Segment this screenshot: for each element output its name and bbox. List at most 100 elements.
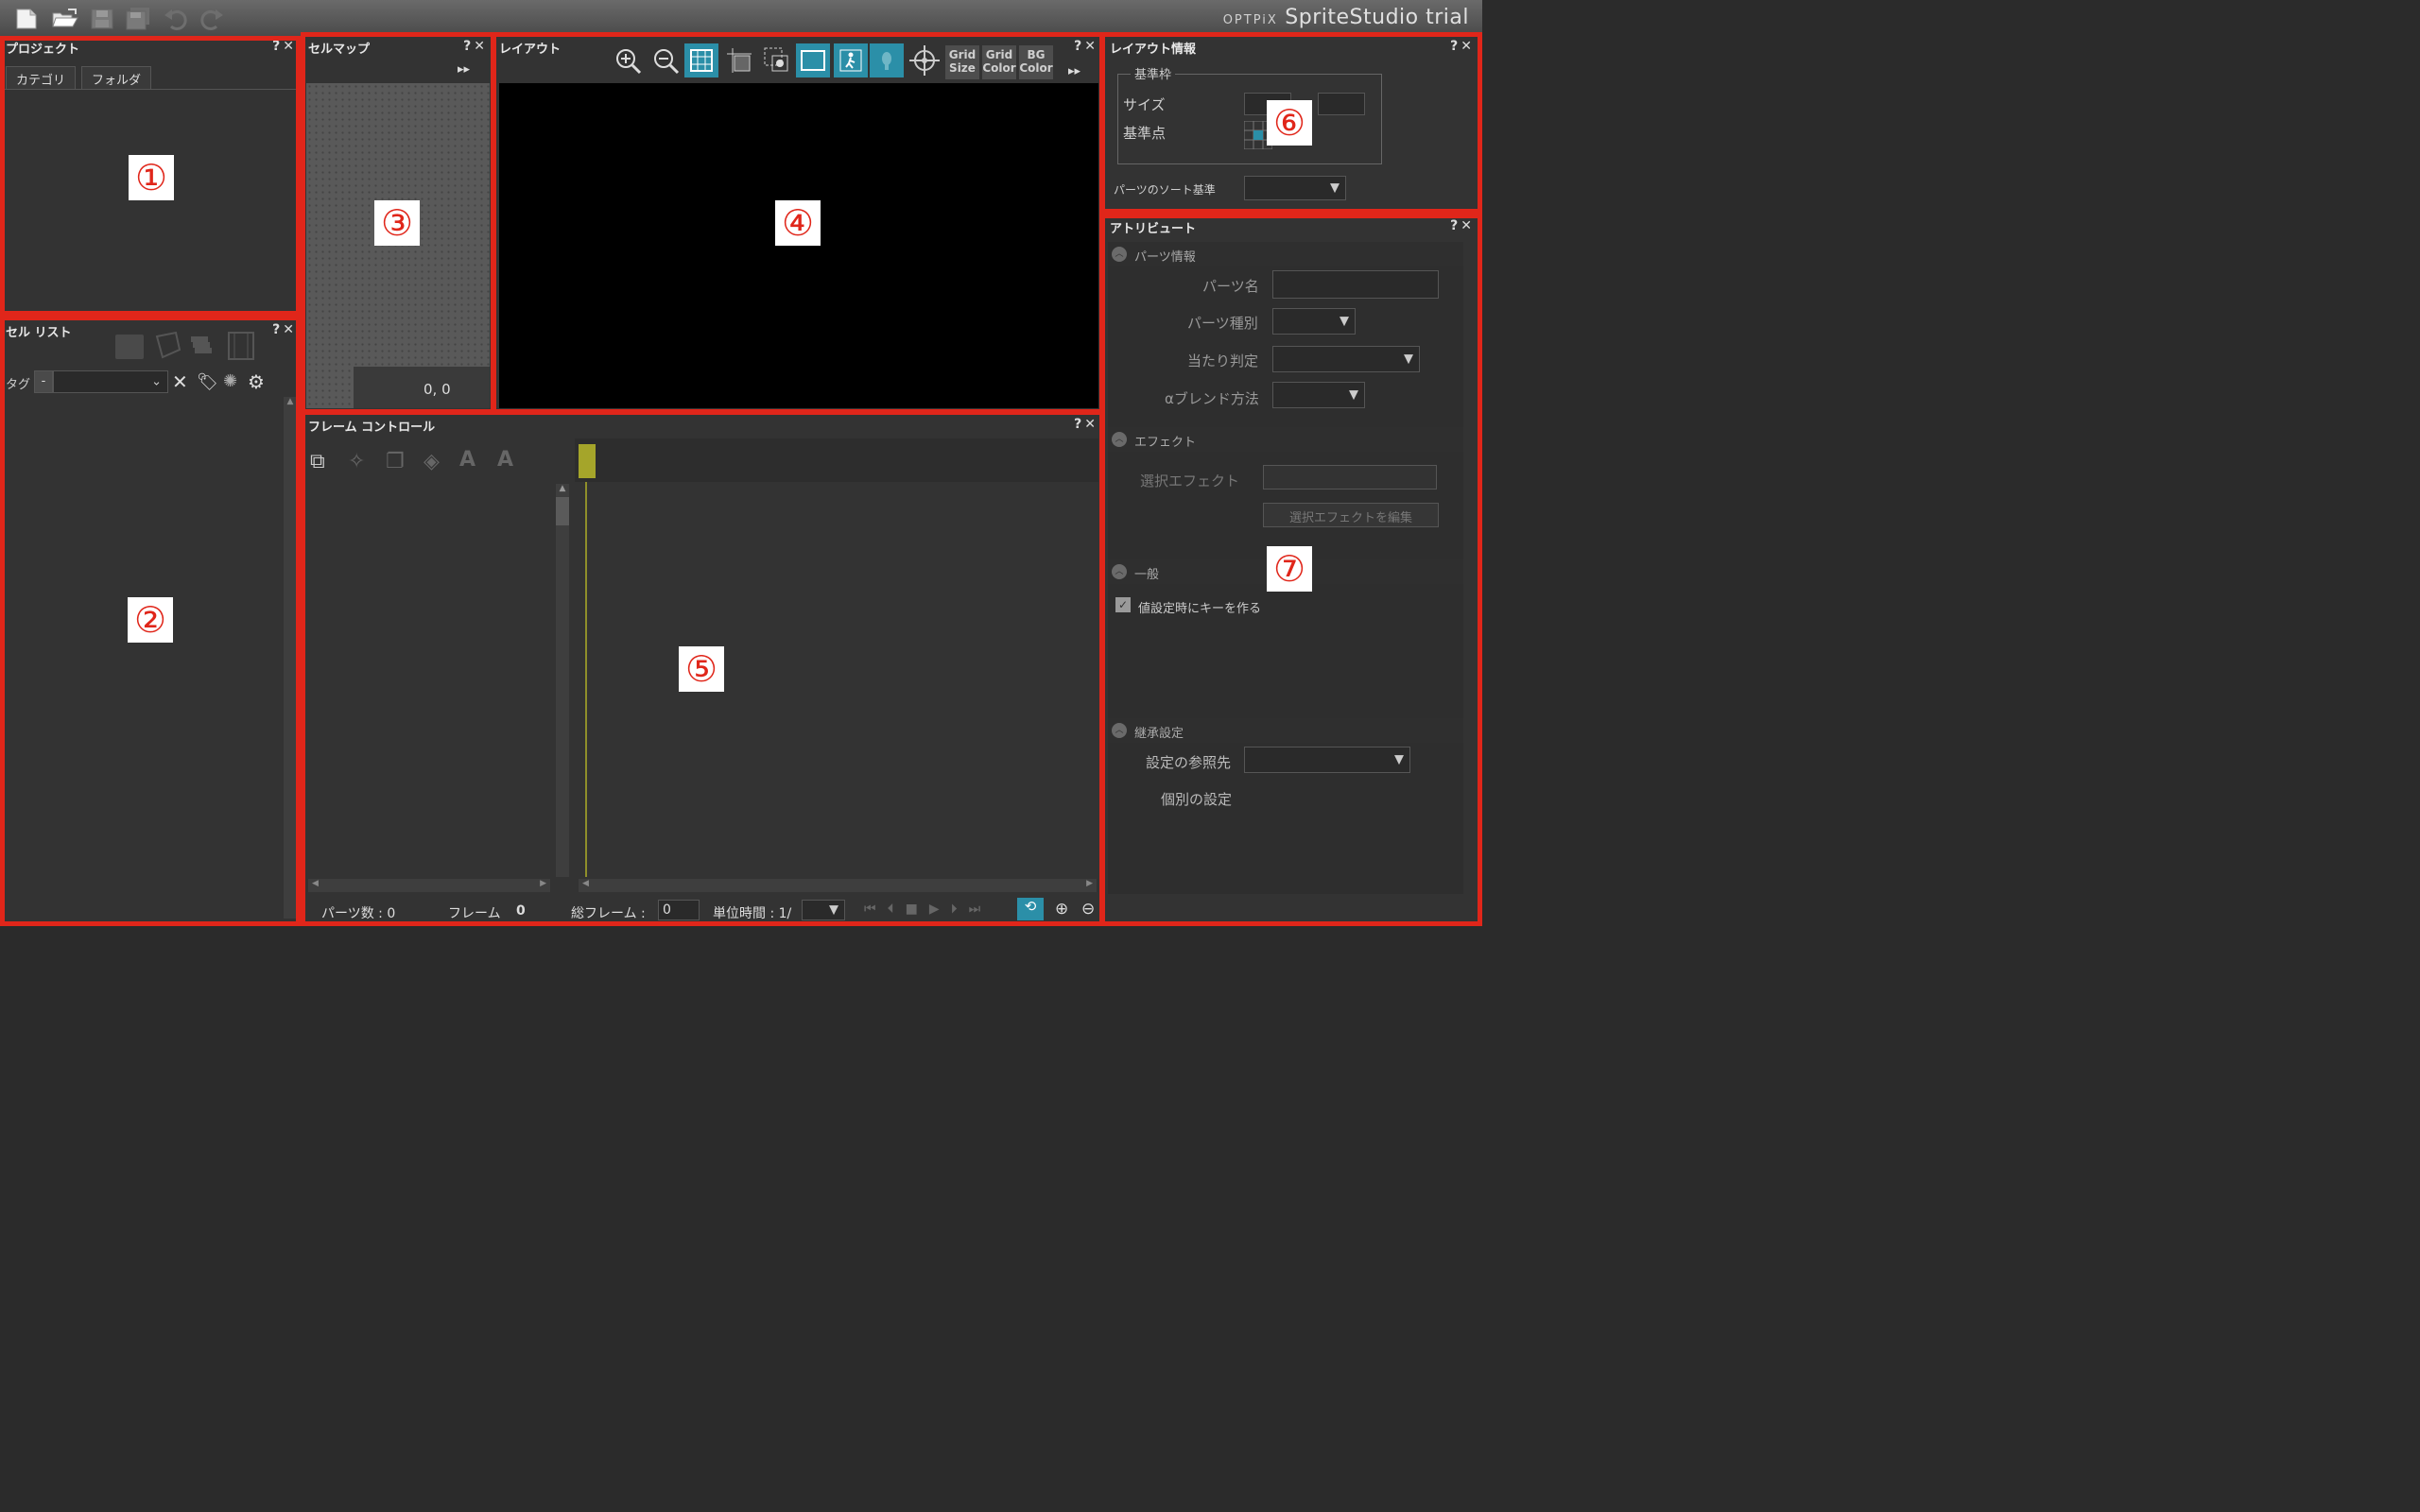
timeline-area[interactable] [575,482,1098,879]
loop-icon[interactable]: ⟲ [1017,898,1044,920]
edit-effect-button[interactable]: 選択エフェクトを編集 [1263,503,1439,527]
expand-arrows-icon[interactable]: ▸▸ [1068,64,1080,78]
parts-tree[interactable] [308,484,552,879]
copy-part-icon[interactable]: ❐ [386,450,405,473]
zoom-in-icon[interactable] [611,43,645,77]
sort-select[interactable]: ▼ [1244,176,1346,200]
bg-color-button[interactable]: BG Color [1019,45,1053,79]
section-parts-info[interactable]: ︿ パーツ情報 [1108,242,1463,266]
grid-toggle-icon[interactable] [684,43,718,77]
save-icon[interactable] [89,8,115,30]
tag-select[interactable]: ⌄ [53,370,168,393]
app-title-suffix: trial [1426,6,1469,29]
clear-tag-icon[interactable]: ✕ [172,370,188,393]
origin-label: 基準点 [1123,125,1167,142]
frame-control-title: フレーム コントロール [308,421,436,435]
collapse-icon: ︿ [1112,247,1127,262]
triangle-down-icon: ▼ [1330,180,1340,196]
crosshair-icon[interactable] [908,43,942,77]
cell-map-canvas[interactable] [306,83,490,408]
part-3d-icon[interactable]: ◈ [424,450,440,473]
cell-list-scrollbar[interactable]: ▲ [284,397,297,919]
prev-frame-icon[interactable]: ⏴ [888,902,906,917]
grid-color-button[interactable]: Grid Color [982,45,1016,79]
project-panel-header: プロジェクト ?✕ [0,36,301,59]
text-rotate-alt-icon[interactable]: A [497,448,513,472]
panel-help-close-buttons[interactable]: ?✕ [463,39,488,54]
parts-type-select[interactable]: ▼ [1272,308,1356,335]
add-cell-icon[interactable] [115,335,144,359]
tab-folder[interactable]: フォルダ [81,66,152,89]
text-rotate-icon[interactable]: A [459,448,475,472]
section-effect[interactable]: ︿ エフェクト [1108,427,1463,452]
person-icon[interactable] [834,43,868,77]
cell-list-area[interactable] [4,397,282,922]
timeline-zoom-out-icon[interactable]: ⊖ [1081,900,1095,919]
bg-color-line2: Color [1019,61,1053,75]
panel-help-close-buttons[interactable]: ?✕ [1074,417,1098,432]
timeline-hscroll[interactable]: ◀ ▶ [579,879,1097,892]
parts-tree-scrollbar[interactable]: ▲ [556,484,569,877]
expand-arrows-icon[interactable]: ▸▸ [458,62,470,77]
panel-help-close-buttons[interactable]: ?✕ [1074,39,1098,54]
panel-help-close-buttons[interactable]: ?✕ [272,39,297,54]
panel-help-close-buttons[interactable]: ?✕ [1450,218,1475,233]
hit-test-select[interactable]: ▼ [1272,346,1420,372]
cell-stack-icon[interactable] [189,333,219,359]
zoom-out-icon[interactable] [648,43,683,77]
first-frame-icon[interactable]: ⏮ [864,902,888,917]
attribute-title: アトリビュート [1110,222,1197,236]
frame-cursor[interactable] [579,444,596,478]
bounds-icon[interactable] [760,43,794,77]
redo-icon[interactable] [199,8,225,30]
tag-icon[interactable]: 🏷 [197,372,218,392]
add-part-star-icon[interactable]: ✧ [348,450,365,473]
grid-size-line2: Size [949,61,976,75]
marker-7: ⑦ [1267,546,1312,592]
tag-minus-button[interactable]: - [34,370,53,393]
frame-view-icon[interactable] [796,43,830,77]
section-inherit[interactable]: ︿ 継承設定 [1108,718,1463,743]
triangle-down-icon: ▼ [1404,352,1413,367]
parts-count: パーツ数 : 0 [321,906,396,921]
grid-size-button[interactable]: Grid Size [945,45,979,79]
timeline-ruler[interactable] [575,438,1098,482]
unit-time-select[interactable]: ▼ [802,900,845,920]
open-folder-icon[interactable] [51,8,78,30]
alpha-blend-select[interactable]: ▼ [1272,382,1365,408]
panel-help-close-buttons[interactable]: ?✕ [1450,39,1475,54]
total-frames-input[interactable]: 0 [658,900,700,920]
lock-icon[interactable] [870,43,904,77]
film-icon[interactable] [227,331,255,361]
hit-test-label: 当たり判定 [1187,352,1259,369]
next-frame-icon[interactable]: ⏵ [951,902,969,917]
selected-effect-input[interactable] [1263,465,1437,490]
attribute-scrollbar[interactable] [1463,242,1477,894]
parts-name-input[interactable] [1272,270,1439,299]
play-icon[interactable]: ▶ [929,902,951,917]
stop-icon[interactable]: ■ [906,902,929,917]
size-height-input[interactable] [1318,93,1365,115]
parts-tree-hscroll[interactable]: ◀ ▶ [308,879,550,892]
project-tree[interactable] [4,89,297,312]
panel-help-close-buttons[interactable]: ?✕ [272,322,297,337]
playback-controls: ⏮⏴■▶⏵⏭ [864,902,992,917]
gear-icon[interactable]: ⚙ [248,370,265,393]
cell-3d-icon[interactable] [153,331,182,359]
tab-category[interactable]: カテゴリ [6,66,77,89]
save-all-icon[interactable] [125,8,151,30]
marker-5: ⑤ [679,646,724,692]
cell-list-header: セル リスト ?✕ [0,319,301,342]
collapse-icon: ︿ [1112,432,1127,447]
triangle-down-icon: ▼ [829,902,838,918]
last-frame-icon[interactable]: ⏭ [969,902,993,917]
sparkle-icon[interactable]: ✺ [223,371,237,391]
timeline-zoom-in-icon[interactable]: ⊕ [1055,900,1068,919]
make-key-checkbox[interactable]: ✓ [1115,597,1131,612]
new-file-icon[interactable] [13,8,40,30]
add-part-icon[interactable]: ⧉ [310,450,325,473]
layout-canvas[interactable] [499,83,1098,408]
inherit-ref-select[interactable]: ▼ [1244,747,1410,773]
origin-icon[interactable] [722,43,756,77]
undo-icon[interactable] [163,8,189,30]
